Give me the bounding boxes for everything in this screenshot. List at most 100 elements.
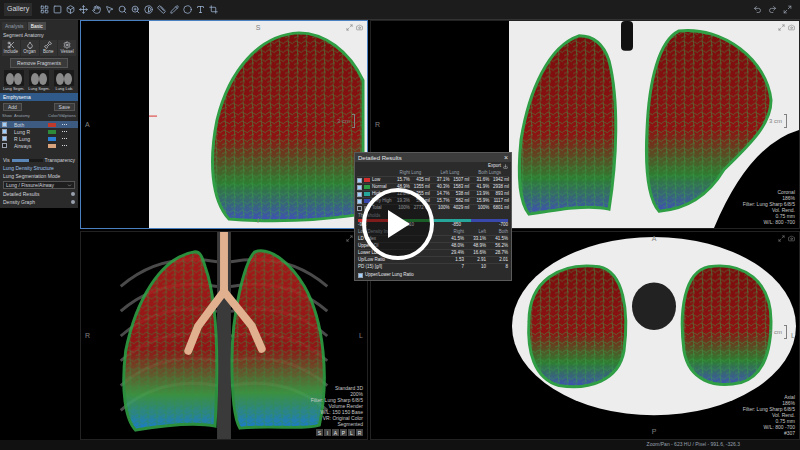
orientation-label: P [652,427,657,438]
show-checkbox[interactable] [2,122,7,127]
segment-tool[interactable]: Include [2,40,20,56]
scale-bar: 3 cm [337,114,355,128]
viewport[interactable]: RLStandard 3D200%Filter: Lung Sharp 6/8/… [80,231,368,440]
play-icon [384,208,412,240]
lung-thumbnail-icon [4,70,24,86]
tool-icon[interactable] [105,5,114,14]
segment-tool[interactable]: Vessel [58,40,76,56]
redo-icon[interactable] [768,5,777,14]
color-swatch[interactable] [48,130,56,134]
tool-icon[interactable] [157,5,166,14]
camera-icon[interactable] [356,24,363,31]
show-checkbox[interactable] [2,136,7,141]
tool-icon[interactable] [183,5,192,14]
index-row: PD (15) [g/l]7108 [358,263,508,270]
show-checkbox[interactable] [2,143,7,148]
viewport-info: Axial186%Filter: Lung Sharp 6/8/5Vol. Re… [743,394,795,436]
options-icon[interactable] [62,145,76,146]
row-checkbox[interactable] [357,178,362,183]
tool-icon[interactable] [131,5,140,14]
section-title: Segment Anatomy [0,32,78,38]
panel-tab[interactable]: Basic [28,22,46,30]
orientation-button[interactable]: S [316,429,323,436]
results-row: Normal48.9%1355 ml40.3%1583 ml41.9%2938 … [357,183,509,190]
tool-icon[interactable] [170,5,179,14]
panel-button[interactable]: Add [3,103,22,111]
show-checkbox[interactable] [2,129,7,134]
options-icon[interactable] [62,124,76,125]
color-swatch[interactable] [48,144,56,148]
viewport[interactable]: SIA3 cm [80,20,368,229]
orientation-button[interactable]: A [332,429,339,436]
lung-thumbnail-icon [29,70,49,86]
transparency-slider[interactable] [12,159,43,162]
options-icon[interactable] [62,131,76,132]
panel-link[interactable]: Density Graph [0,199,78,205]
panel-tab[interactable]: Analysis [2,22,27,30]
options-icon[interactable] [62,138,76,139]
row-checkbox[interactable] [357,199,362,204]
color-swatch[interactable] [48,137,56,141]
row-checkbox[interactable] [357,192,362,197]
row-color [364,192,370,196]
anatomy-item[interactable]: Both [0,121,78,128]
color-swatch[interactable] [48,123,56,127]
preset-thumbnail[interactable]: Lung Segm. [27,70,50,91]
row-checkbox[interactable] [357,206,362,211]
undo-icon[interactable] [753,5,762,14]
tool-icon[interactable] [53,5,62,14]
orientation-button[interactable]: L [348,429,355,436]
dialog-title-bar[interactable]: Detailed Results× [355,153,511,162]
ratio-toggle[interactable]: Upper/Lower Lung Ratio [355,270,511,280]
anatomy-item[interactable]: Airways [0,142,78,149]
preset-thumbnail[interactable]: Lung Lob. [53,70,76,91]
tool-icon[interactable] [196,5,205,14]
panel-link[interactable]: Detailed Results [0,191,78,197]
export-button[interactable]: Export [488,163,501,169]
left-panel: AnalysisBasic Segment Anatomy IncludeOrgan… [0,20,78,440]
image-area: SI [149,21,367,228]
segment-tool[interactable]: Bone [40,40,58,56]
tool-icon[interactable] [118,5,127,14]
download-icon [503,164,508,169]
anatomy-item[interactable]: R Lung [0,135,78,142]
tool-icon[interactable] [92,5,101,14]
volume-render-image[interactable] [81,232,367,439]
transparency-row: VisTransparency [0,157,78,163]
coronal-image[interactable] [509,21,799,228]
toolbar: Gallery [0,0,800,20]
close-button[interactable]: × [504,154,508,161]
orientation-button[interactable]: P [340,429,347,436]
orientation-button[interactable]: I [324,429,331,436]
density-structure-link[interactable]: Lung Density Structure [0,165,78,171]
row-color [364,185,370,189]
maximize-icon[interactable] [783,5,792,14]
row-checkbox[interactable] [357,185,362,190]
maximize-icon[interactable] [778,235,785,242]
image-area [81,232,367,439]
camera-icon[interactable] [788,235,795,242]
preset-thumbnail[interactable]: Lung Segm. [2,70,25,91]
ratio-checkbox[interactable] [358,273,363,278]
tool-icon[interactable] [66,5,75,14]
maximize-icon[interactable] [778,24,785,31]
tool-icon[interactable] [144,5,153,14]
video-play-button[interactable] [362,188,434,260]
segment-tool[interactable]: Organ [21,40,39,56]
panel-button[interactable]: Save [54,103,75,111]
tool-icon[interactable] [79,5,88,14]
app: Gallery AnalysisBasic Segment Anatomy Inclu… [0,0,800,450]
segmentation-mode-dropdown[interactable]: Lung / Fissure/Airway [3,181,75,189]
anatomy-item[interactable]: Lung R [0,128,78,135]
camera-icon[interactable] [788,24,795,31]
gallery-tab[interactable]: Gallery [4,3,32,16]
sagittal-image[interactable] [149,21,367,228]
group-title[interactable]: Emphysema [0,93,78,101]
orientation-button[interactable]: R [356,429,363,436]
maximize-icon[interactable] [346,24,353,31]
maximize-icon[interactable] [346,235,353,242]
tool-icon [26,41,34,49]
remove-fragments-button[interactable]: Remove Fragments [10,58,68,68]
tool-icon[interactable] [209,5,218,14]
tool-icon[interactable] [40,5,49,14]
